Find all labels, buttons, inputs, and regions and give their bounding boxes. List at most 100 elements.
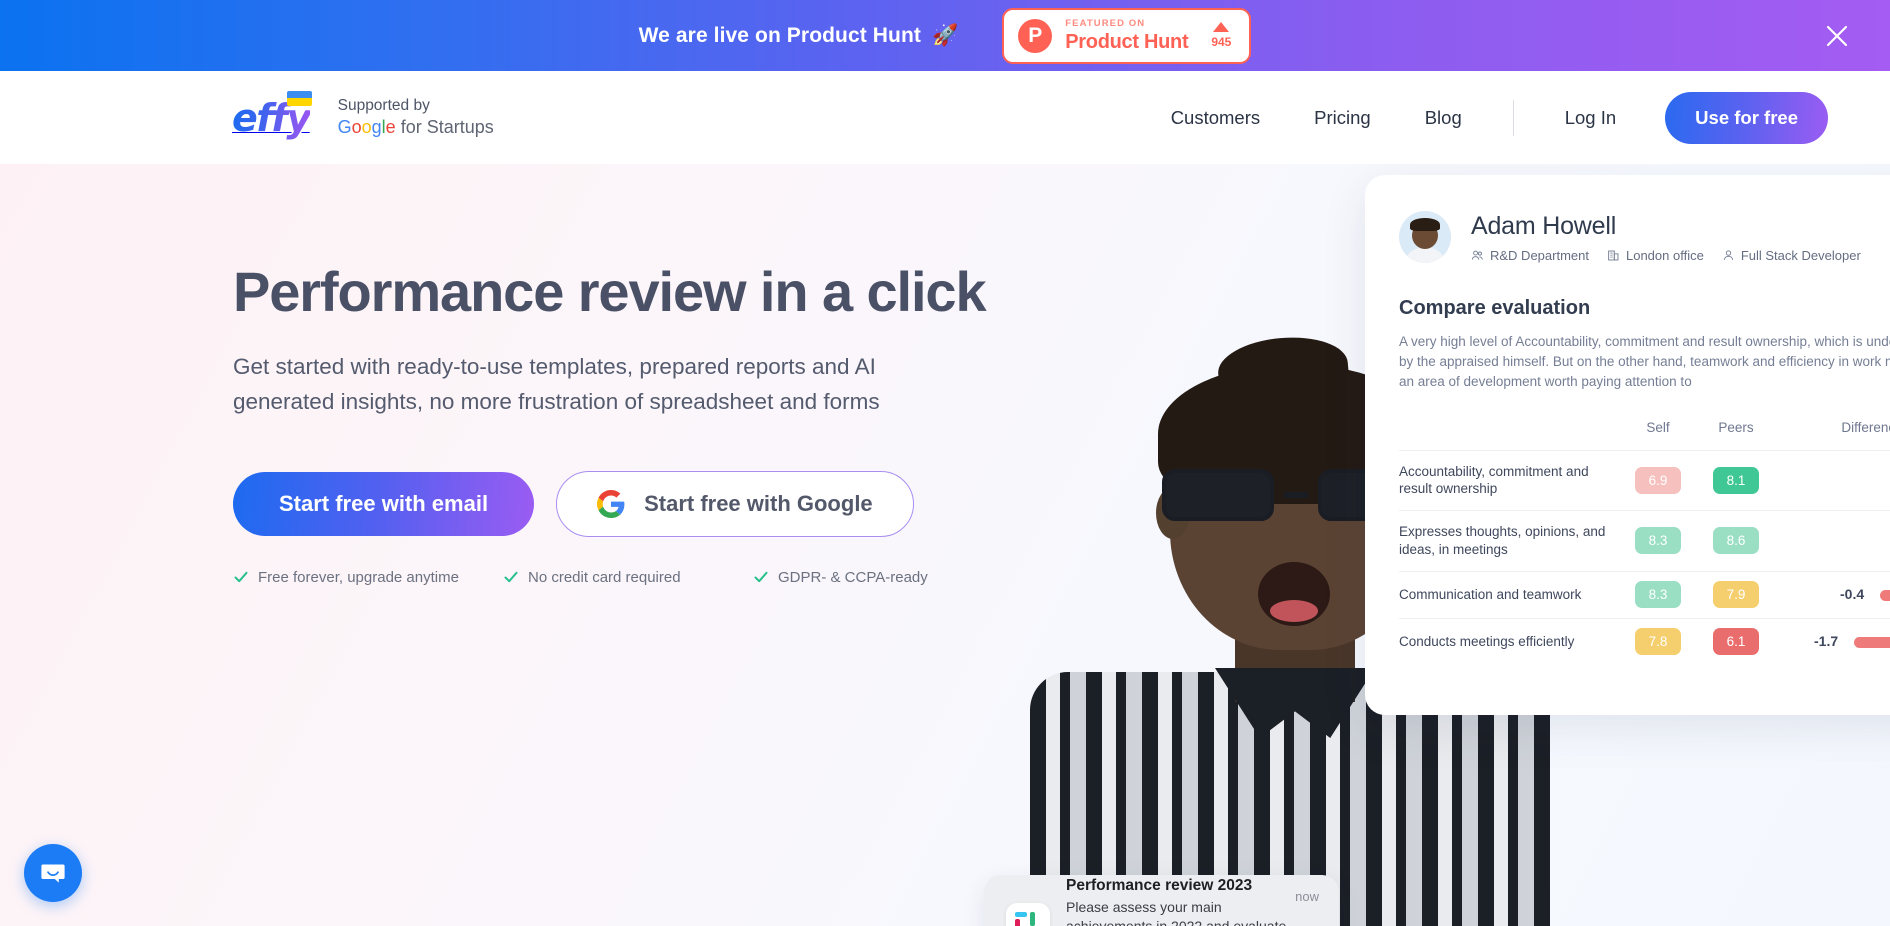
department-label: R&D Department — [1490, 247, 1589, 263]
brand-block: effy Supported by Google for Startups — [232, 90, 494, 140]
employee-info: Adam Howell R&D Department London office… — [1471, 212, 1861, 263]
feature-label: No credit card required — [528, 568, 681, 586]
check-icon — [754, 572, 768, 583]
product-hunt-badge-text: FEATURED ON Product Hunt — [1065, 19, 1188, 52]
hero-feature-list: Free forever, upgrade anytime No credit … — [233, 569, 993, 586]
notification-text: Please assess your main achievements in … — [1066, 899, 1287, 926]
supported-by-label: Supported by — [337, 97, 430, 115]
difference-value: -0.4 — [1840, 585, 1865, 602]
user-icon — [1723, 249, 1734, 260]
supported-by-block: Supported by Google for Startups — [338, 96, 494, 139]
promo-message: We are live on Product Hunt 🚀 — [639, 24, 959, 48]
upvote-triangle-icon — [1213, 22, 1230, 32]
difference-value: -1.7 — [1814, 632, 1839, 649]
difference-cell: +0.3 — [1775, 518, 1890, 564]
feature-label: Free forever, upgrade anytime — [258, 568, 459, 586]
table-header-row: Self Peers Difference — [1399, 416, 1890, 450]
table-row: Expresses thoughts, opinions, and ideas,… — [1399, 510, 1890, 571]
product-hunt-badge[interactable]: P FEATURED ON Product Hunt 945 — [1002, 7, 1252, 64]
google-button-label: Start free with Google — [644, 490, 873, 516]
feature-label: GDPR- & CCPA-ready — [778, 568, 928, 586]
promo-message-text: We are live on Product Hunt — [638, 23, 921, 47]
competency-label: Accountability, commitment and result ow… — [1399, 463, 1589, 497]
chat-launcher-button[interactable] — [24, 844, 82, 902]
self-score-chip: 8.3 — [1635, 527, 1681, 555]
office-label: London office — [1625, 247, 1704, 263]
feature-item-gdpr: GDPR- & CCPA-ready — [753, 569, 928, 586]
main-navigation: Customers Pricing Blog Log In Use for fr… — [1144, 91, 1828, 144]
google-letter-e: e — [385, 116, 396, 137]
peers-score-chip: 8.6 — [1713, 527, 1759, 555]
ukraine-flag-icon — [286, 90, 312, 106]
start-free-with-email-button[interactable]: Start free with email — [233, 471, 535, 536]
close-icon[interactable] — [1820, 19, 1854, 53]
google-icon — [597, 489, 625, 518]
hero-cta-group: Start free with email Start free with Go… — [233, 470, 993, 537]
nav-item-customers[interactable]: Customers — [1144, 107, 1287, 129]
google-letter-g1: G — [337, 116, 352, 137]
notification-body: Performance review 2023 Please assess yo… — [1066, 877, 1295, 926]
people-icon — [1471, 250, 1483, 260]
featured-on-label: FEATURED ON — [1065, 18, 1146, 30]
competency-label: Expresses thoughts, opinions, and ideas,… — [1399, 524, 1606, 557]
hero-copy: Performance review in a click Get starte… — [233, 261, 993, 586]
building-icon — [1608, 250, 1619, 260]
employee-meta: R&D Department London office Full Stack … — [1471, 248, 1861, 263]
nav-item-blog[interactable]: Blog — [1398, 107, 1489, 129]
notification-title: Performance review 2023 — [1066, 877, 1253, 895]
evaluation-table: Self Peers Difference Accountability, co… — [1399, 416, 1890, 665]
compare-evaluation-description: A very high level of Accountability, com… — [1399, 334, 1890, 389]
peers-score-chip: 6.1 — [1713, 628, 1759, 656]
column-header-difference: Difference — [1841, 420, 1890, 436]
table-row: Conducts meetings efficiently 7.8 6.1 -1… — [1399, 617, 1890, 665]
for-startups-suffix: for Startups — [395, 116, 494, 137]
feature-item-free-forever: Free forever, upgrade anytime — [233, 569, 503, 586]
upvote-count: 945 — [1211, 35, 1232, 49]
office-meta: London office — [1607, 248, 1704, 263]
effy-logo[interactable]: effy — [232, 90, 312, 140]
google-letter-g2: g — [371, 116, 382, 137]
role-meta: Full Stack Developer — [1722, 248, 1861, 263]
difference-bar — [1880, 589, 1890, 601]
login-link[interactable]: Log In — [1538, 107, 1643, 129]
competency-label: Communication and teamwork — [1399, 586, 1582, 602]
slack-icon: effy — [1006, 903, 1050, 926]
product-hunt-name: Product Hunt — [1065, 30, 1189, 53]
hero-subtitle: Get started with ready-to-use templates,… — [233, 354, 880, 414]
nav-item-pricing[interactable]: Pricing — [1287, 107, 1398, 129]
check-icon — [504, 572, 518, 583]
notification-timestamp: now — [1295, 889, 1319, 904]
chat-bubble-icon — [41, 864, 65, 883]
difference-bar — [1854, 636, 1890, 648]
role-label: Full Stack Developer — [1740, 247, 1861, 263]
google-letter-o2: o — [361, 116, 372, 137]
peers-score-chip: 7.9 — [1713, 581, 1759, 609]
column-header-peers: Peers — [1718, 420, 1754, 436]
evaluation-card: Adam Howell R&D Department London office… — [1365, 175, 1890, 715]
department-meta: R&D Department — [1471, 248, 1589, 263]
nav-divider — [1512, 99, 1514, 136]
google-letter-o1: o — [351, 116, 362, 137]
compare-evaluation-title: Compare evaluation — [1399, 297, 1591, 319]
avatar — [1399, 211, 1451, 263]
promo-banner: We are live on Product Hunt 🚀 P FEATURED… — [0, 0, 1890, 71]
difference-cell: -0.4 — [1775, 572, 1890, 618]
site-header: effy Supported by Google for Startups Cu… — [0, 71, 1890, 164]
employee-name: Adam Howell — [1471, 211, 1617, 240]
self-score-chip: 6.9 — [1635, 466, 1681, 494]
self-score-chip: 8.3 — [1635, 581, 1681, 609]
difference-cell: -1.7 — [1775, 619, 1890, 665]
start-free-with-google-button[interactable]: Start free with Google — [556, 470, 914, 537]
google-for-startups-label: Google for Startups — [338, 116, 494, 139]
rocket-icon: 🚀 — [932, 23, 959, 47]
self-score-chip: 7.8 — [1635, 628, 1681, 656]
product-hunt-logo-icon: P — [1018, 18, 1053, 53]
slack-notification-card[interactable]: effy Performance review 2023 Please asse… — [984, 875, 1339, 926]
feature-item-no-credit-card: No credit card required — [503, 569, 753, 586]
use-for-free-button[interactable]: Use for free — [1665, 91, 1828, 144]
check-icon — [234, 572, 248, 583]
difference-cell: +1.2 — [1775, 457, 1890, 503]
employee-header: Adam Howell R&D Department London office… — [1399, 211, 1890, 263]
upvote-block: 945 — [1211, 22, 1231, 49]
peers-score-chip: 8.1 — [1713, 466, 1759, 494]
